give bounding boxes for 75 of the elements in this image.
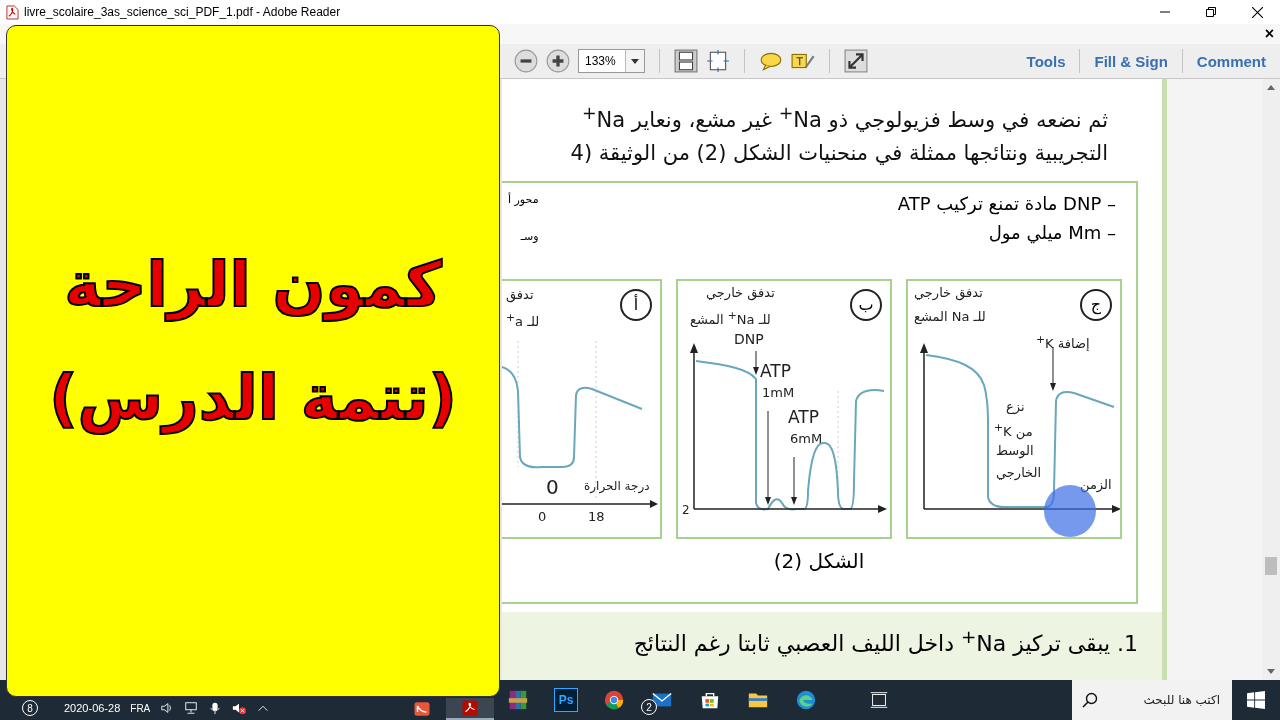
language-indicator[interactable]: FRA [130, 702, 151, 714]
panel-badge: أ [620, 289, 652, 321]
graph-label: للـ a$^{+}$ [506, 311, 540, 330]
browser-icon [795, 689, 817, 711]
graph-label: DNP [734, 331, 764, 348]
search-field[interactable]: اكتب هنا للبحث [1104, 692, 1222, 708]
pdf-app-icon [461, 699, 479, 717]
browser-icon [603, 689, 625, 711]
taskbar-app[interactable]: 2 [638, 680, 686, 720]
fit-page-icon[interactable] [706, 49, 730, 73]
zoom-out-icon[interactable] [514, 49, 538, 73]
graph-label: الزمن [1080, 477, 1112, 493]
graph-label: من K$^{+}$ [994, 421, 1033, 440]
pointer-arrow [1050, 346, 1056, 391]
pointer-arrow [753, 350, 759, 375]
graph-label: تدفق [506, 287, 534, 303]
graph-label: 2 [682, 503, 690, 518]
close-icon [1251, 6, 1263, 18]
scroll-up-icon[interactable] [1267, 85, 1275, 90]
body-text: ثم نضعه في وسط فزيولوجي ذو Na$^{+}$ غير مشع، ونعاير Na$^{+}$ [580, 102, 1108, 133]
pane-button[interactable]: Tools [1012, 52, 1080, 70]
scrollbar[interactable] [1262, 79, 1280, 680]
search-bar[interactable]: اكتب هنا للبحث [1072, 680, 1232, 720]
panel-badge: ب [850, 289, 882, 321]
windows-start-icon[interactable] [1247, 691, 1265, 709]
pane-button[interactable]: Fill & Sign [1080, 52, 1182, 70]
page-view-icon[interactable] [674, 49, 698, 73]
card-title: (تتمة الدرس) [49, 361, 457, 434]
graph-label: 6mM [790, 431, 823, 447]
close-document-button[interactable]: × [1258, 24, 1280, 44]
graph-label: ATP [788, 407, 819, 428]
curve-app-icon [413, 700, 431, 718]
dropdown-caret-icon [631, 58, 639, 64]
side-note: محور أ [508, 193, 539, 206]
graph-label: الخارجي [996, 465, 1042, 481]
pointer-arrow [791, 456, 797, 505]
taskbar-date[interactable]: 2020-06-28 [64, 702, 121, 714]
graph-label: 1mM [762, 385, 795, 401]
books-icon [507, 689, 529, 711]
legend-text: – DNP مادة تمنع تركيب ATP [897, 193, 1116, 214]
graph-label: إضافة K$^{+}$ [1036, 333, 1090, 352]
window-title: livre_scolaire_3as_science_sci_PDF_1.pdf - Adobe Reader [24, 5, 341, 19]
expand-icon[interactable] [844, 49, 868, 73]
graph-label: تدفق خارجي [706, 285, 775, 301]
graph-label: تدفق خارجي [914, 285, 983, 301]
pdf-file-icon [6, 4, 19, 20]
zoom-field[interactable]: 133% [578, 49, 645, 73]
task-view-icon[interactable] [868, 689, 890, 711]
graph-label: 0 [546, 475, 559, 499]
graph-label: 18 [588, 509, 605, 525]
graph-label: للـ Na$^{+}$ المشع [690, 309, 771, 328]
pane-button[interactable]: Comment [1182, 52, 1280, 70]
graph-label: ATP [760, 361, 791, 382]
network-icon[interactable] [184, 701, 199, 715]
scroll-thumb[interactable] [1265, 557, 1277, 575]
zoom-in-icon[interactable] [546, 49, 570, 73]
figure-caption: الشكل (2) [772, 549, 866, 573]
microphone-icon[interactable] [208, 701, 223, 715]
side-note: وسـ [519, 230, 539, 243]
legend-text: – Mm ميلي مول [988, 222, 1116, 243]
graph-label: للـ Na المشع [914, 309, 986, 325]
graph-label: 0 [538, 509, 547, 525]
card-title: كمون الراحة [64, 248, 442, 321]
scroll-down-icon[interactable] [1267, 669, 1275, 674]
body-text: التجريبية ونتائجها ممثلة في منحنيات الشكل (2) من الوثيقة (4 [569, 140, 1108, 167]
mail-badge: 2 [641, 699, 657, 715]
question-text: 1. يبقى تركيز Na$^{+}$ داخل الليف العصبي ثابتا رغم النتائج [632, 626, 1138, 657]
search-icon [1082, 692, 1098, 708]
taskbar-app[interactable]: Ps [542, 680, 590, 720]
graph-label: نزع [1006, 399, 1025, 415]
graph-label: درجة الحرارة [584, 479, 650, 494]
restore-icon [1206, 7, 1216, 17]
panel-badge: ج [1080, 289, 1112, 321]
graph-label: الوسط [996, 443, 1034, 459]
muted-volume-icon[interactable] [232, 701, 247, 715]
